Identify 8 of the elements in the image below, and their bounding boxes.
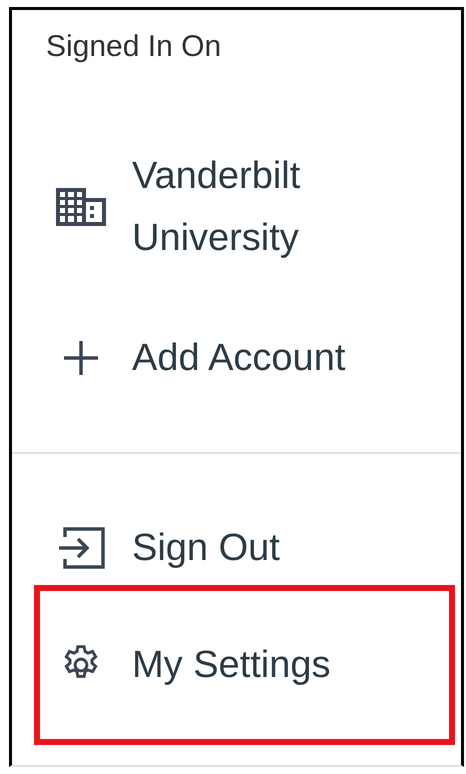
menu-item[interactable]: Add Account	[132, 327, 346, 389]
menu-item[interactable]: My Settings	[132, 634, 331, 696]
plus-icon	[63, 340, 99, 376]
sign-out-icon	[57, 527, 105, 569]
section-heading: Signed In On	[45, 29, 222, 65]
building-icon	[56, 188, 106, 226]
menu-item[interactable]: Vanderbilt University	[132, 145, 392, 269]
menu-item[interactable]: Sign Out	[132, 517, 280, 579]
